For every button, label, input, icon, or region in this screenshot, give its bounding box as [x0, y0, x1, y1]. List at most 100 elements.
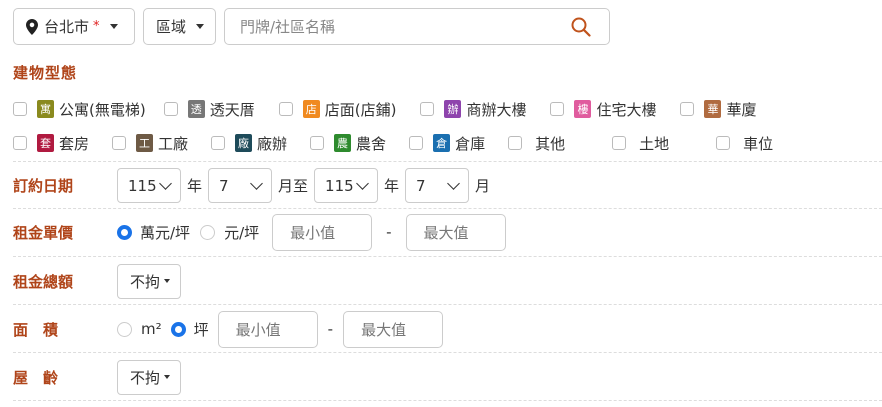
townhouse-tag-icon: 透: [187, 100, 205, 118]
to-year-select[interactable]: 115: [314, 168, 379, 203]
radio-label: 坪: [193, 320, 209, 339]
from-year-select[interactable]: 115: [117, 168, 181, 203]
caret-down-icon: [196, 24, 205, 29]
checkbox[interactable]: [163, 102, 178, 116]
checkbox[interactable]: [13, 102, 27, 116]
age-dropdown[interactable]: 不拘: [117, 359, 182, 395]
radio-label: 元/坪: [224, 223, 260, 242]
city-label: 台北市: [44, 18, 90, 36]
building-type-option[interactable]: 樓 住宅大樓: [550, 99, 656, 120]
checkbox[interactable]: [211, 136, 226, 150]
max-area-input[interactable]: 最大值: [343, 310, 444, 348]
max-unit-price-input[interactable]: 最大值: [405, 213, 506, 251]
option-label: 土地: [639, 134, 670, 153]
divider: [13, 161, 882, 162]
building-type-option[interactable]: 套 套房: [13, 133, 89, 154]
option-label: 工廠: [158, 134, 189, 153]
checkbox[interactable]: [310, 136, 325, 150]
dropdown-value: 不拘: [130, 368, 161, 387]
select-value: 115: [128, 176, 157, 195]
range-dash: -: [327, 320, 334, 338]
year-text: 年: [384, 177, 400, 195]
checkbox[interactable]: [420, 102, 435, 116]
building-type-option[interactable]: 農 農舍: [310, 133, 386, 154]
radio-yuan-per-ping[interactable]: [200, 224, 216, 240]
divider: [13, 208, 882, 209]
checkbox[interactable]: [716, 136, 731, 150]
location-pin-icon: [26, 18, 38, 35]
residential-tag-icon: 樓: [574, 100, 592, 118]
office-tag-icon: 辦: [444, 100, 462, 118]
checkbox[interactable]: [612, 136, 627, 150]
year-text: 年: [187, 177, 203, 195]
building-type-option[interactable]: 華 華廈: [680, 99, 757, 120]
required-mark: *: [93, 19, 100, 34]
building-type-option[interactable]: 廠 廠辦: [211, 133, 287, 154]
storefront-tag-icon: 店: [302, 100, 320, 118]
unit-price-label: 租金單價: [13, 223, 74, 242]
warehouse-tag-icon: 倉: [433, 134, 451, 152]
option-label: 廠辦: [257, 134, 288, 153]
checkbox[interactable]: [278, 102, 293, 116]
range-dash: -: [386, 223, 392, 241]
radio-ping[interactable]: [170, 321, 186, 337]
chevron-down-icon: [159, 176, 172, 190]
building-type-option[interactable]: 土地: [612, 133, 669, 154]
building-type-option[interactable]: 工 工廠: [112, 133, 188, 154]
chevron-down-icon: [250, 176, 263, 190]
checkbox[interactable]: [409, 136, 424, 150]
total-rent-label: 租金總額: [13, 272, 74, 291]
building-type-option[interactable]: 寓 公寓(無電梯): [13, 99, 146, 120]
building-type-option[interactable]: 辦 商辦大樓: [420, 99, 526, 120]
caret-down-icon: [109, 24, 118, 29]
chevron-down-icon: [447, 176, 460, 190]
select-value: 115: [325, 176, 354, 195]
divider: [13, 256, 882, 257]
area-row: 面 積 m² 坪 最小值 - 最大值: [13, 310, 882, 348]
building-type-option[interactable]: 透 透天厝: [163, 99, 255, 120]
option-label: 住宅大樓: [596, 100, 657, 119]
checkbox[interactable]: [13, 136, 27, 150]
building-type-option[interactable]: 倉 倉庫: [409, 133, 485, 154]
month-to-text: 月至: [278, 177, 309, 195]
min-unit-price-input[interactable]: 最小值: [272, 213, 373, 251]
checkbox[interactable]: [550, 102, 565, 116]
option-label: 農舍: [356, 134, 387, 153]
divider: [13, 400, 882, 401]
option-label: 套房: [59, 134, 90, 153]
dropdown-value: 不拘: [130, 272, 161, 291]
option-label: 倉庫: [455, 134, 486, 153]
option-label: 透天厝: [209, 100, 255, 119]
to-month-select[interactable]: 7: [405, 168, 470, 203]
district-label: 區域: [156, 18, 187, 36]
address-search-input[interactable]: [240, 17, 540, 36]
total-rent-dropdown[interactable]: 不拘: [117, 263, 182, 299]
divider: [13, 352, 882, 353]
checkbox[interactable]: [508, 136, 523, 150]
filter-top-row: 台北市 * 區域: [13, 8, 610, 45]
radio-label: m²: [141, 320, 162, 338]
checkbox[interactable]: [112, 136, 127, 150]
building-type-title: 建物型態: [13, 64, 78, 82]
district-select[interactable]: 區域: [143, 8, 216, 45]
caret-down-icon: [164, 375, 171, 379]
contract-date-row: 訂約日期 115 年 7 月至 115 年 7 月: [13, 167, 882, 204]
chevron-down-icon: [356, 176, 369, 190]
farmhouse-tag-icon: 農: [334, 134, 352, 152]
option-label: 車位: [743, 134, 774, 153]
search-icon[interactable]: [571, 17, 591, 37]
city-select[interactable]: 台北市 *: [13, 8, 135, 45]
radio-square-meter[interactable]: [117, 321, 132, 337]
radio-wan-per-ping[interactable]: [117, 224, 132, 240]
age-label: 屋 齡: [13, 368, 59, 387]
checkbox[interactable]: [680, 102, 695, 116]
caret-down-icon: [164, 279, 171, 283]
building-type-option[interactable]: 車位: [716, 133, 773, 154]
from-month-select[interactable]: 7: [208, 168, 273, 203]
building-type-option[interactable]: 店 店面(店鋪): [278, 99, 396, 120]
min-area-input[interactable]: 最小值: [217, 310, 318, 348]
radio-label: 萬元/坪: [140, 223, 191, 242]
option-label: 公寓(無電梯): [59, 100, 146, 119]
suite-tag-icon: 套: [37, 134, 54, 152]
building-type-option[interactable]: 其他: [508, 133, 565, 154]
